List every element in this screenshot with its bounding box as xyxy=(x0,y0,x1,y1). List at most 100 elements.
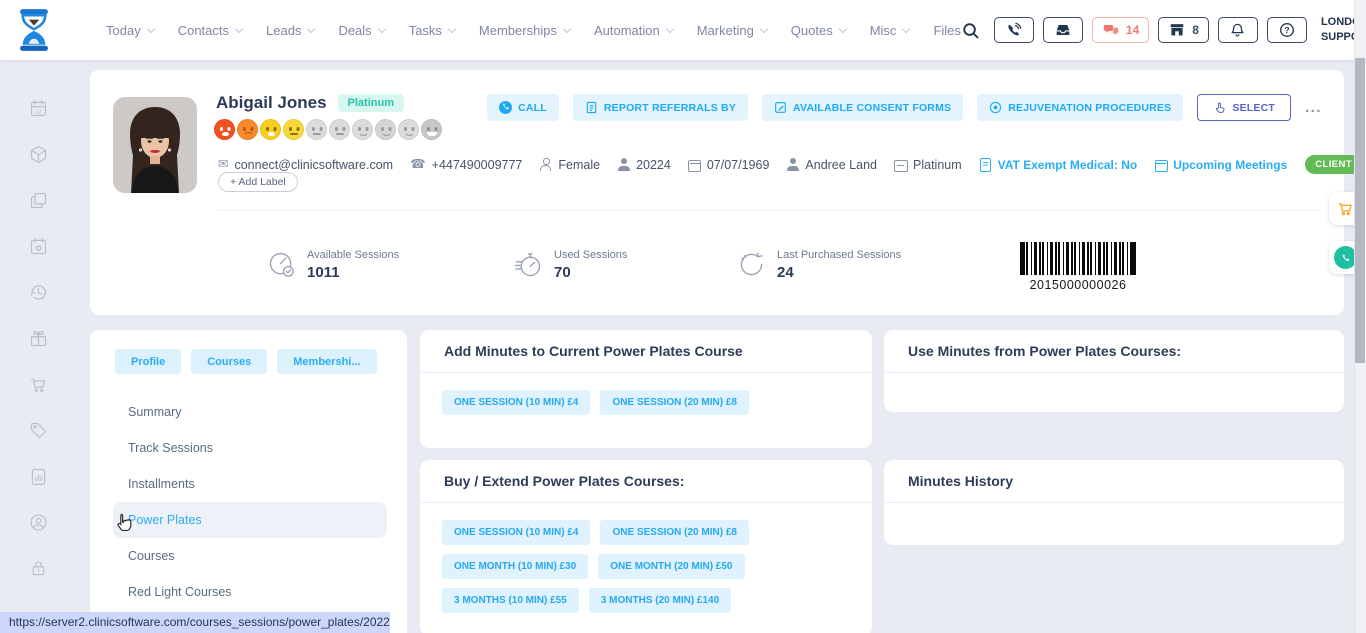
profile-tab[interactable]: Membershi... xyxy=(277,349,376,374)
session-option-button[interactable]: ONE SESSION (10 MIN) £4 xyxy=(442,390,590,415)
contact-item-label: connect@clinicsoftware.com xyxy=(234,158,393,172)
minutes-history-card: Minutes History xyxy=(884,460,1344,545)
mood-face-icon[interactable] xyxy=(306,119,327,140)
course-option-button[interactable]: 3 MONTHS (10 MIN) £55 xyxy=(442,588,579,613)
Contacts[interactable]: Contacts xyxy=(178,23,242,38)
contact-item-label: Upcoming Meetings xyxy=(1173,158,1287,172)
mood-face-icon[interactable] xyxy=(329,119,350,140)
dialer-button[interactable] xyxy=(994,17,1034,43)
discount-tag-icon[interactable] xyxy=(28,420,49,441)
chevron-down-icon xyxy=(146,24,154,32)
add-label-button[interactable]: + Add Label xyxy=(218,172,298,192)
profile-tabs: Profile Courses Membershi... xyxy=(90,330,407,387)
mood-face-icon[interactable] xyxy=(260,119,281,140)
scrollbar-thumb[interactable] xyxy=(1355,58,1365,363)
course-option-button[interactable]: ONE SESSION (20 MIN) £8 xyxy=(600,520,748,545)
topbar-right-cluster: 14 8 ? LONDON SUPPORT xyxy=(961,13,1366,47)
phone-call-icon xyxy=(1005,22,1022,39)
chat-bubbles-icon xyxy=(1102,21,1120,39)
side-menu-item[interactable]: Summary xyxy=(113,394,387,430)
Files[interactable]: Files xyxy=(933,23,960,38)
inbox-tray-icon xyxy=(1054,21,1072,39)
call-button[interactable]: CALL xyxy=(487,94,559,121)
refresh-circle-icon xyxy=(735,248,768,281)
report-referrals-button[interactable]: REPORT REFERRALS BY xyxy=(573,94,748,121)
select-button[interactable]: SELECT xyxy=(1197,94,1291,121)
contact-item: Female xyxy=(539,158,600,172)
Deals[interactable]: Deals xyxy=(338,23,384,38)
chevron-down-icon xyxy=(235,24,243,32)
cart-icon[interactable] xyxy=(28,374,49,395)
mood-face-icon[interactable] xyxy=(375,119,396,140)
user-circle-icon[interactable] xyxy=(28,512,49,533)
tier-badge: Platinum xyxy=(338,94,404,112)
side-menu-item[interactable]: Power Plates xyxy=(113,502,387,538)
contact-details-row: ✉connect@clinicsoftware.com ☎+4474900097… xyxy=(218,155,1366,174)
lock-icon[interactable] xyxy=(28,558,49,579)
course-option-button[interactable]: ONE SESSION (10 MIN) £4 xyxy=(442,520,590,545)
mood-face-icon[interactable] xyxy=(398,119,419,140)
calendar-icon[interactable]: 12 xyxy=(28,98,49,119)
search-icon[interactable] xyxy=(961,21,980,40)
inbox-button[interactable] xyxy=(1043,17,1083,43)
course-option-button[interactable]: ONE MONTH (10 MIN) £30 xyxy=(442,554,588,579)
stopwatch-icon xyxy=(512,248,545,281)
Quotes[interactable]: Quotes xyxy=(791,23,846,38)
mood-face-icon[interactable] xyxy=(214,119,235,140)
side-menu-item[interactable]: Track Sessions xyxy=(113,430,387,466)
stat-used-sessions: Used Sessions 70 xyxy=(512,248,627,281)
more-options-button[interactable]: ... xyxy=(1305,99,1322,116)
rejuvenation-procedures-button[interactable]: REJUVENATION PROCEDURES xyxy=(977,94,1183,121)
course-option-button[interactable]: ONE MONTH (20 MIN) £50 xyxy=(598,554,744,579)
help-button[interactable]: ? xyxy=(1267,17,1307,43)
contact-item[interactable]: Upcoming Meetings xyxy=(1154,158,1287,172)
barcode-number: 2015000000026 xyxy=(1020,278,1136,292)
profile-tab[interactable]: Courses xyxy=(191,349,267,374)
consent-forms-button[interactable]: AVAILABLE CONSENT FORMS xyxy=(762,94,963,121)
app-logo-icon[interactable] xyxy=(14,6,54,54)
Tasks[interactable]: Tasks xyxy=(409,23,455,38)
top-nav-bar: Today Contacts Leads Deals Tasks Members… xyxy=(0,0,1366,60)
svg-text:?: ? xyxy=(1284,25,1289,35)
side-menu-item[interactable]: Installments xyxy=(113,466,387,502)
Misc[interactable]: Misc xyxy=(870,23,910,38)
chevron-down-icon xyxy=(448,24,456,32)
contact-item[interactable]: VAT Exempt Medical: No xyxy=(979,158,1138,172)
session-option-button[interactable]: ONE SESSION (20 MIN) £8 xyxy=(600,390,748,415)
stat-last-purchased-sessions: Last Purchased Sessions 24 xyxy=(735,248,901,281)
Memberships[interactable]: Memberships xyxy=(479,23,570,38)
gift-icon[interactable] xyxy=(28,328,49,349)
package-icon[interactable] xyxy=(28,144,49,165)
profile-tab[interactable]: Profile xyxy=(115,349,181,374)
side-menu-item[interactable]: Red Light Courses xyxy=(113,574,387,610)
store-count-badge: 8 xyxy=(1192,23,1199,37)
mood-face-icon[interactable] xyxy=(237,119,258,140)
Automation[interactable]: Automation xyxy=(594,23,673,38)
Today[interactable]: Today xyxy=(106,23,154,38)
Leads[interactable]: Leads xyxy=(266,23,314,38)
envelope-icon: ✉ xyxy=(218,158,228,171)
history-icon[interactable] xyxy=(28,282,49,303)
duplicate-windows-icon[interactable] xyxy=(28,190,49,211)
course-option-button[interactable]: 3 MONTHS (20 MIN) £140 xyxy=(589,588,731,613)
store-button[interactable]: 8 xyxy=(1158,17,1209,43)
notifications-button[interactable] xyxy=(1218,17,1258,43)
mood-face-icon[interactable] xyxy=(421,119,442,140)
Marketing[interactable]: Marketing xyxy=(697,23,767,38)
mood-face-icon[interactable] xyxy=(352,119,373,140)
contact-item: ✉ connect@clinicsoftware.com xyxy=(218,158,393,172)
mood-face-icon[interactable] xyxy=(283,119,304,140)
gauge-icon xyxy=(265,248,298,281)
chat-button[interactable]: 14 xyxy=(1092,17,1149,43)
page-scrollbar xyxy=(1354,0,1366,633)
contact-item-label: 07/07/1969 xyxy=(707,158,770,172)
chevron-down-icon xyxy=(760,24,768,32)
bell-icon xyxy=(1229,22,1246,39)
calendar-heart-icon[interactable] xyxy=(28,236,49,257)
side-menu-item[interactable]: Courses xyxy=(113,538,387,574)
report-document-icon[interactable] xyxy=(28,466,49,487)
chevron-down-icon xyxy=(563,24,571,32)
question-mark-icon: ? xyxy=(1278,21,1296,39)
birthdate-calendar-icon xyxy=(688,158,701,171)
client-barcode: 2015000000026 xyxy=(1020,242,1136,292)
